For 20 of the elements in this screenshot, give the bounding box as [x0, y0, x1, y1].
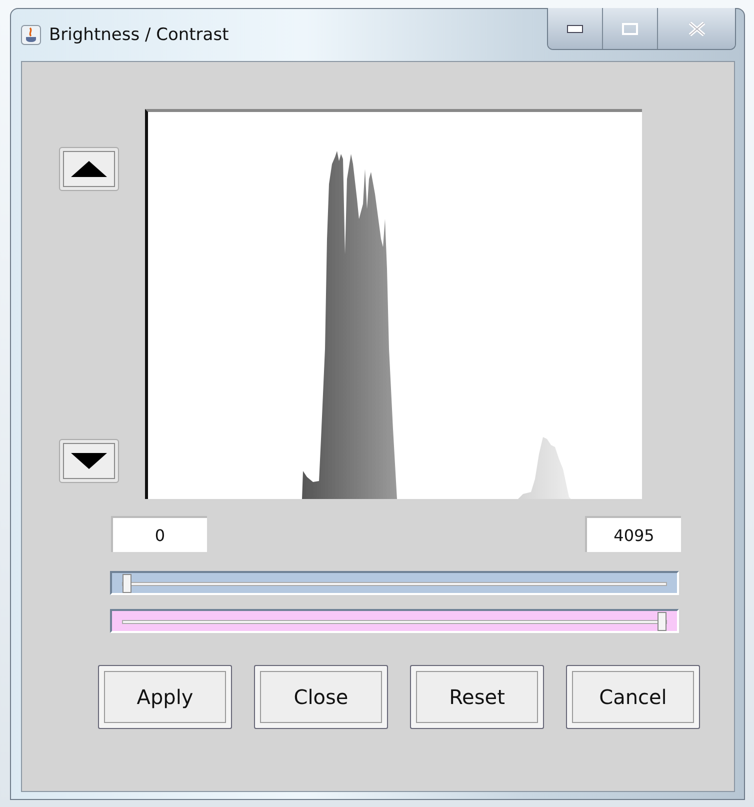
slider-thumb[interactable] [122, 574, 132, 593]
dialog-button[interactable]: Cancel [566, 665, 700, 729]
scale-up-button[interactable] [59, 147, 119, 191]
close-icon [688, 22, 706, 36]
dialog-button[interactable]: Apply [98, 665, 232, 729]
maximum-field[interactable]: 4095 [585, 516, 681, 552]
dialog-button[interactable]: Close [254, 665, 388, 729]
dialog-button[interactable]: Reset [410, 665, 544, 729]
minimize-button[interactable] [548, 8, 603, 49]
maximize-icon [622, 22, 638, 34]
coffee-cup-icon [21, 25, 41, 45]
slider-track[interactable] [110, 609, 679, 633]
scale-down-button[interactable] [59, 439, 119, 483]
minimize-icon [567, 24, 583, 32]
down-triangle-icon [70, 451, 108, 471]
window-title: Brightness / Contrast [49, 25, 229, 45]
slider-thumb[interactable] [657, 612, 666, 631]
minimum-field[interactable]: 0 [111, 516, 207, 552]
slider-track[interactable] [110, 571, 679, 595]
up-triangle-icon [70, 159, 108, 179]
